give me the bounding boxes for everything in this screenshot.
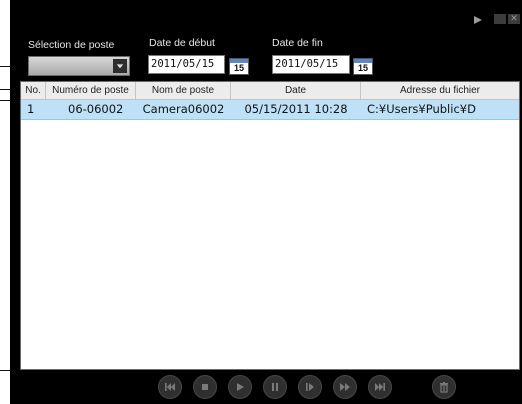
chevron-down-icon[interactable] <box>113 59 127 73</box>
cell-station-name: Camera06002 <box>142 102 225 116</box>
table-row[interactable]: 1 06-06002 Camera06002 05/15/2011 10:28 … <box>21 100 519 120</box>
pause-icon[interactable] <box>263 375 287 399</box>
skip-back-icon[interactable] <box>158 375 182 399</box>
station-dropdown[interactable] <box>28 56 130 76</box>
table-header: No. Numéro de poste Nom de poste Date Ad… <box>21 82 519 100</box>
play-icon[interactable] <box>228 375 252 399</box>
stop-icon[interactable] <box>193 375 217 399</box>
minimize-icon[interactable] <box>494 14 506 24</box>
column-header-date[interactable]: Date <box>231 82 361 99</box>
play-icon[interactable] <box>472 14 484 26</box>
calendar-day: 15 <box>233 63 244 73</box>
start-date-field[interactable]: 2011/05/15 <box>148 55 225 74</box>
app-window: ✕ Sélection de poste Date de début Date … <box>10 0 522 404</box>
start-calendar-icon[interactable]: 15 <box>229 58 249 75</box>
close-icon[interactable]: ✕ <box>508 14 520 24</box>
start-date-label: Date de début <box>149 37 215 49</box>
station-label: Sélection de poste <box>28 39 115 51</box>
delete-icon[interactable] <box>432 375 456 399</box>
fast-forward-icon[interactable] <box>333 375 357 399</box>
cell-no: 1 <box>27 102 35 116</box>
cell-station-number: 06-06002 <box>68 102 124 116</box>
column-header-no[interactable]: No. <box>21 82 46 99</box>
cell-date: 05/15/2011 10:28 <box>244 102 348 116</box>
column-header-station-number[interactable]: Numéro de poste <box>46 82 136 99</box>
results-table: No. Numéro de poste Nom de poste Date Ad… <box>20 81 520 370</box>
column-header-station-name[interactable]: Nom de poste <box>136 82 231 99</box>
calendar-day: 15 <box>357 63 368 73</box>
cell-file-address: C:¥Users¥Public¥D <box>367 102 476 116</box>
step-forward-icon[interactable] <box>298 375 322 399</box>
end-calendar-icon[interactable]: 15 <box>353 58 373 75</box>
end-date-label: Date de fin <box>272 37 323 49</box>
column-header-file-address[interactable]: Adresse du fichier <box>361 82 519 99</box>
skip-forward-icon[interactable] <box>368 375 392 399</box>
end-date-field[interactable]: 2011/05/15 <box>272 55 350 74</box>
